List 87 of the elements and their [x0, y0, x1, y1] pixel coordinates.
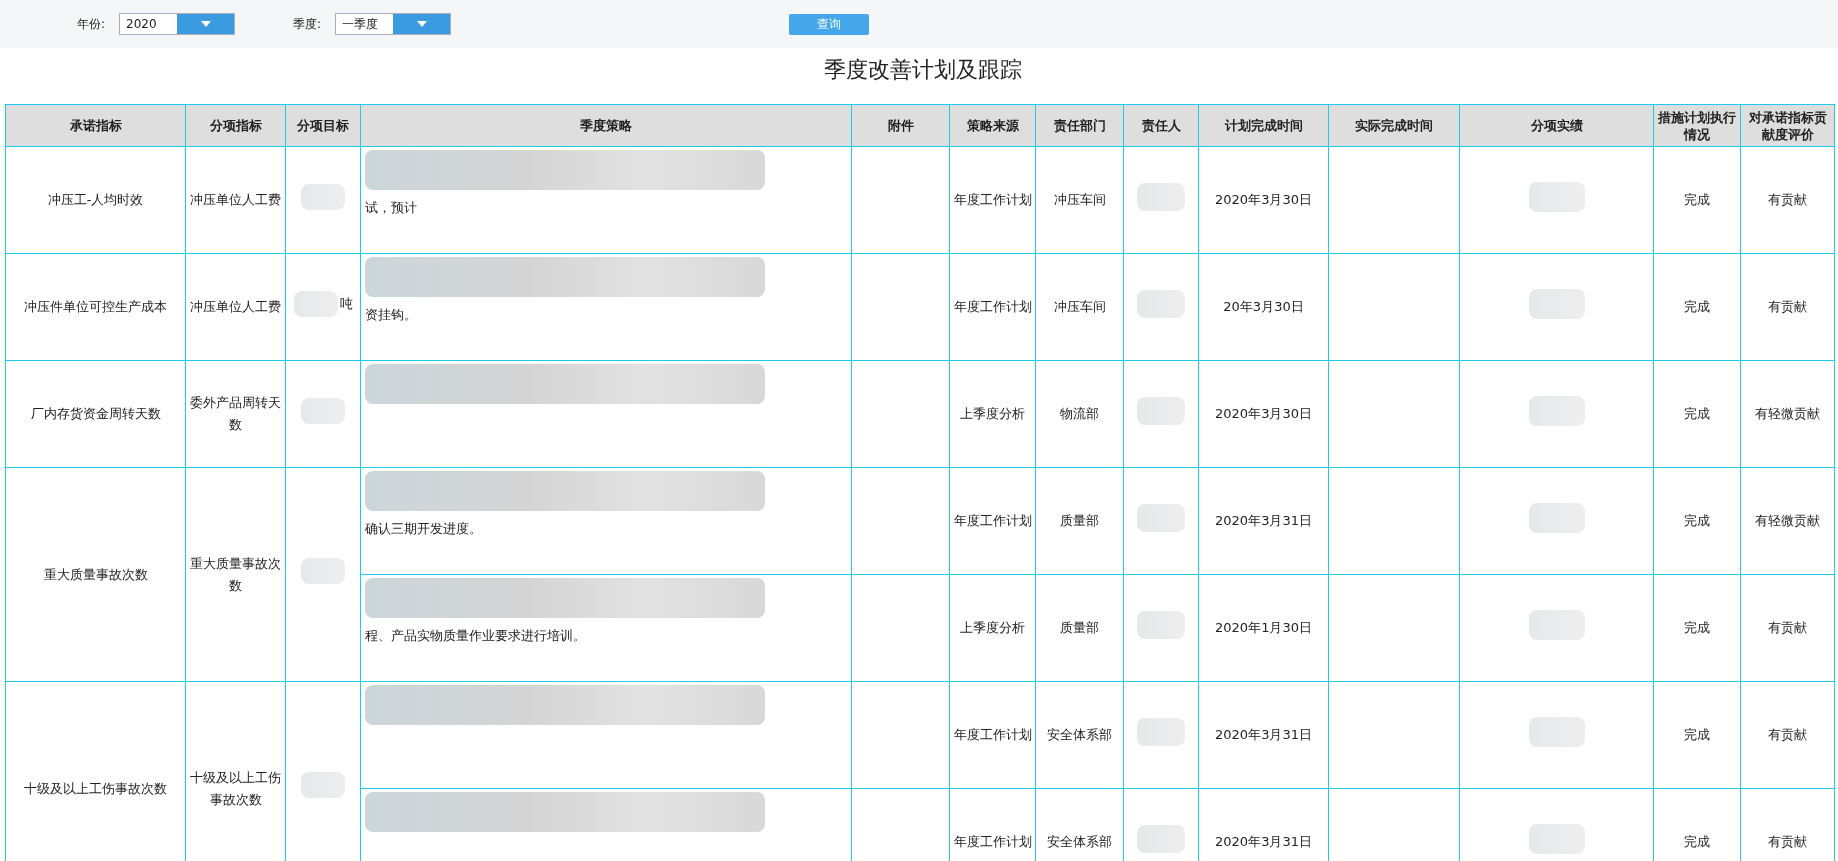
- table-cell-text: 2020年3月31日: [1215, 834, 1312, 849]
- redacted-block: [1137, 610, 1185, 639]
- column-header: 对承诺指标贡献度评价: [1740, 104, 1835, 147]
- table-cell-text: 有贡献: [1768, 620, 1807, 635]
- table-cell-text: 完成: [1684, 834, 1710, 849]
- table-cell-text: 年度工作计划: [953, 513, 1032, 528]
- table-cell-text: 物流部: [1060, 406, 1099, 421]
- redacted-block: [1137, 396, 1185, 425]
- table-cell-text: 吨: [339, 294, 353, 313]
- table-cell-text: 2020年3月30日: [1215, 406, 1312, 421]
- column-header: 承诺指标: [5, 104, 186, 147]
- redacted-block: [1528, 288, 1585, 319]
- table-cell-text: 2020年3月31日: [1215, 727, 1312, 742]
- table-cell-text: 安全体系部: [1047, 727, 1112, 742]
- table-cell-text: 试，预计: [365, 199, 418, 217]
- table-cell-text: 有贡献: [1768, 299, 1807, 314]
- table-cell-text: 质量部: [1060, 513, 1099, 528]
- column-header: 分项目标: [285, 104, 361, 147]
- table-cell-text: 完成: [1684, 620, 1710, 635]
- table-cell-text: 冲压单位人工费: [190, 192, 281, 207]
- table-cell-text: 质量部: [1060, 620, 1099, 635]
- table-cell-text: 重大质量事故次数: [190, 555, 281, 593]
- redacted-block: [1137, 289, 1185, 318]
- column-header: 措施计划执行情况: [1653, 104, 1741, 147]
- year-select[interactable]: 2020: [119, 13, 236, 35]
- quarter-select[interactable]: 一季度: [335, 13, 452, 35]
- table-cell-text: 委外产品周转天数: [190, 395, 281, 432]
- table-cell-text: 重大质量事故次数: [43, 566, 148, 582]
- redacted-block: [1528, 181, 1585, 212]
- table-cell-text: 有轻微贡献: [1755, 513, 1820, 528]
- table-cell-text: 厂内存货资金周转天数: [30, 406, 161, 421]
- table-cell-text: 上季度分析: [960, 406, 1025, 421]
- table-cell-text: 确认三期开发进度。: [365, 520, 483, 538]
- table-cell-text: 年度工作计划: [953, 299, 1032, 314]
- table-cell-text: 完成: [1684, 727, 1710, 742]
- year-label: 年份:: [77, 15, 106, 33]
- redacted-block: [1137, 717, 1185, 746]
- redacted-block: [1528, 716, 1585, 747]
- table-cell-text: 完成: [1684, 406, 1710, 421]
- redacted-block: [293, 290, 338, 317]
- redacted-block: [301, 772, 345, 798]
- column-header: 策略来源: [949, 104, 1036, 147]
- table-cell-text: 完成: [1684, 192, 1710, 207]
- table-cell-text: 有贡献: [1768, 834, 1807, 849]
- redacted-block: [1528, 502, 1585, 533]
- table-cell-text: 完成: [1684, 299, 1710, 314]
- quarter-label: 季度:: [293, 15, 322, 33]
- redacted-block: [301, 558, 345, 584]
- table-cell-text: 2020年3月30日: [1215, 192, 1312, 207]
- redacted-block: [301, 183, 345, 210]
- redacted-block: [1528, 609, 1585, 640]
- table-cell-text: 冲压车间: [1053, 299, 1106, 314]
- page-title: 季度改善计划及跟踪: [823, 56, 1023, 84]
- column-header: 责任人: [1123, 104, 1199, 147]
- table-cell-text: 上季度分析: [960, 620, 1025, 635]
- table-cell-text: 程、产品实物质量作业要求进行培训。: [365, 627, 587, 645]
- table-cell-text: 资挂钩。: [365, 306, 418, 324]
- table-cell-text: 冲压件单位可控生产成本: [24, 299, 167, 314]
- redacted-block: [1137, 182, 1185, 211]
- redacted-block: [1137, 503, 1185, 532]
- table-cell-text: 冲压车间: [1053, 192, 1106, 207]
- table-cell-text: 年度工作计划: [953, 727, 1032, 742]
- table-cell-text: 20年3月30日: [1223, 299, 1304, 314]
- table-cell-text: 十级及以上工伤事故次数: [190, 769, 281, 807]
- table-cell-text: 有贡献: [1768, 192, 1807, 207]
- table-cell-text: 年度工作计划: [953, 192, 1032, 207]
- column-header: 附件: [851, 104, 950, 147]
- table-cell-text: 有轻微贡献: [1755, 406, 1820, 421]
- table-cell-text: 年度工作计划: [953, 834, 1032, 849]
- table-cell-text: 冲压单位人工费: [190, 299, 281, 314]
- column-header: 季度策略: [360, 104, 852, 147]
- table-cell-text: 安全体系部: [1047, 834, 1112, 849]
- redacted-block: [1528, 395, 1585, 426]
- table-cell-text: 冲压工-人均时效: [47, 192, 144, 207]
- column-header: 分项实绩: [1459, 104, 1654, 147]
- redacted-block: [1137, 824, 1185, 853]
- column-header: 责任部门: [1035, 104, 1124, 147]
- column-header: 分项指标: [185, 104, 286, 147]
- table-cell-text: 2020年3月31日: [1215, 513, 1312, 528]
- column-header: 计划完成时间: [1198, 104, 1329, 147]
- table-cell-text: 十级及以上工伤事故次数: [24, 780, 167, 796]
- table-cell-text: 完成: [1684, 513, 1710, 528]
- column-header: 实际完成时间: [1328, 104, 1460, 147]
- table-cell-text: 有贡献: [1768, 727, 1807, 742]
- table-cell-text: 2020年1月30日: [1215, 620, 1312, 635]
- redacted-block: [301, 397, 345, 424]
- redacted-block: [1528, 823, 1585, 854]
